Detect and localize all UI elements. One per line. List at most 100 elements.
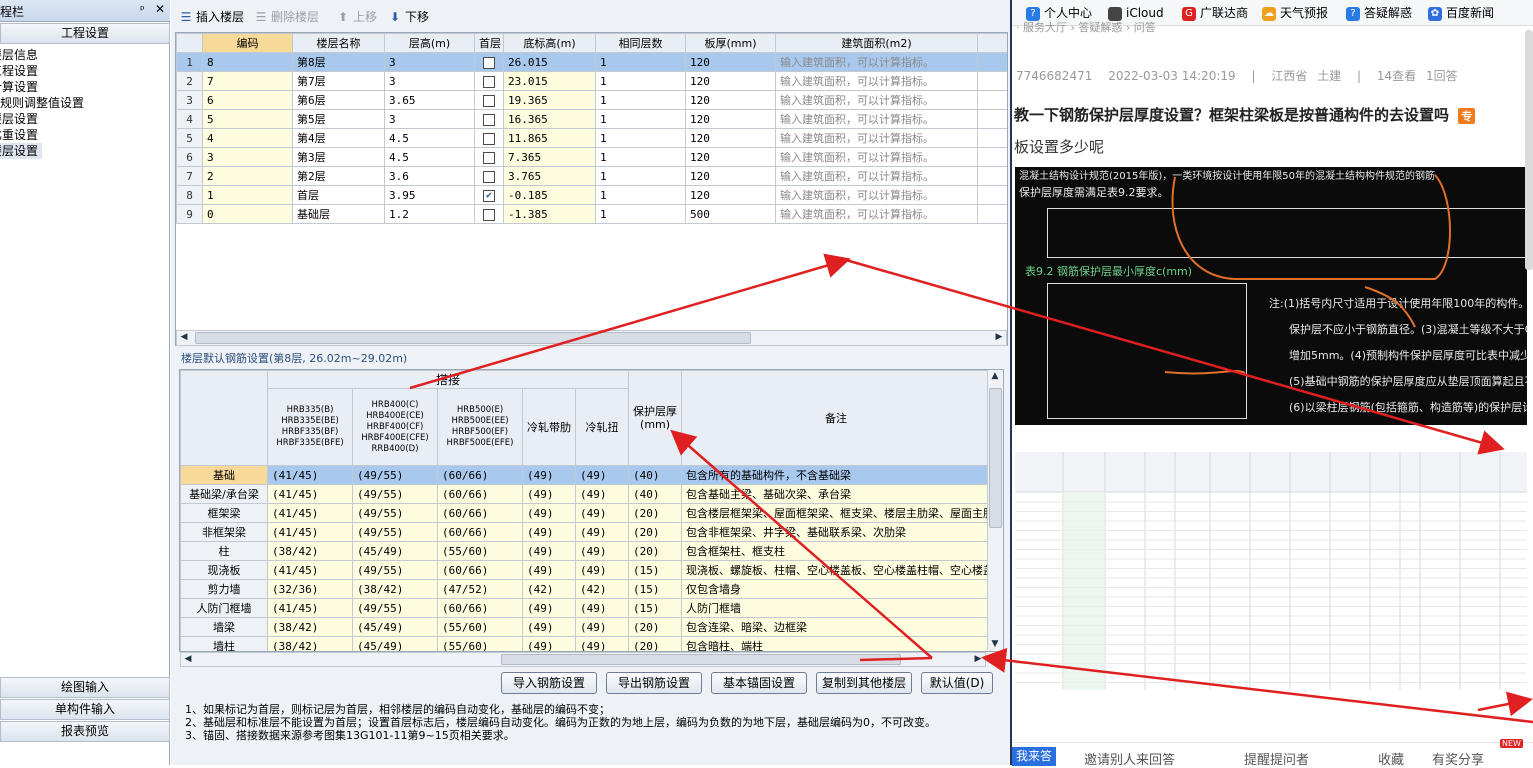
scroll-left-icon[interactable]: ◀ [177,332,191,342]
scroll-down-icon[interactable]: ▼ [988,639,1002,649]
cover-thickness-cell[interactable]: (20) [628,541,683,561]
note-cell[interactable]: 包含连梁、暗梁、边框梁 [681,617,992,637]
lap-hrb335-cell[interactable]: (32/36) [267,579,353,599]
cover-thickness-cell[interactable]: (20) [628,522,683,542]
rebar-row[interactable]: 框架梁 (41/45) (49/55) (60/66) (49) (49) (20) 包含楼层… [180,503,992,523]
lap-cold-twist-cell[interactable]: (49) [574,484,630,504]
breadcrumb[interactable]: · 服务大厅 › 答疑解惑 › 问答 [1016,19,1156,35]
pin-icon[interactable]: ᵖ [140,3,145,16]
floor-name-cell[interactable]: 第8层 [292,52,385,72]
lap-hrb400-cell[interactable]: (38/42) [352,579,438,599]
lap-hrb400-cell[interactable]: (49/55) [352,598,438,618]
floor-row[interactable]: 2 7 第7层 3 23.015 1 120 输入建筑面积，可以计算指标。 [176,71,1007,91]
cover-thickness-cell[interactable]: (20) [628,503,683,523]
sidebar-item-floor-info[interactable]: 楼层信息 [0,47,38,63]
lap-hrb335-cell[interactable]: (41/45) [267,465,353,485]
floor-code-cell[interactable]: 6 [202,90,293,110]
note-cell[interactable]: 包含非框架梁、井字梁、基础联系梁、次肋梁 [681,522,992,542]
note-cell[interactable]: 仅包含墙身 [681,579,992,599]
close-icon[interactable]: ✕ [155,2,165,16]
lap-cold-twist-cell[interactable]: (49) [574,541,630,561]
lap-hrb335-cell[interactable]: (38/42) [267,541,353,561]
building-area-cell[interactable]: 输入建筑面积，可以计算指标。 [775,128,978,148]
section-report-preview[interactable]: 报表预览 [0,721,170,742]
rebar-row[interactable]: 基础梁/承台梁 (41/45) (49/55) (60/66) (49) (49) (40)… [180,484,992,504]
building-area-cell[interactable]: 输入建筑面积，可以计算指标。 [775,185,978,205]
lap-hrb400-cell[interactable]: (49/55) [352,503,438,523]
header-floor-name[interactable]: 楼层名称 [292,33,385,53]
bookmark-baidu[interactable]: ✿ 百度新闻 [1428,4,1494,22]
lap-hrb500-cell[interactable]: (60/66) [437,465,523,485]
bookmark-glodon[interactable]: G 广联达商 [1182,4,1248,22]
same-count-cell[interactable]: 1 [595,204,686,224]
lap-hrb500-cell[interactable]: (55/60) [437,617,523,637]
slab-thickness-cell[interactable]: 120 [685,166,776,186]
delete-floor-button[interactable]: ☰ 删除楼层 [254,6,319,28]
lap-hrb400-cell[interactable]: (45/49) [352,617,438,637]
cover-thickness-cell[interactable]: (20) [628,636,683,651]
sidebar-item-project[interactable]: 工程设置 [0,63,38,79]
export-rebar-button[interactable]: 导出钢筋设置 [606,672,702,694]
note-cell[interactable]: 包含所有的基础构件，不含基础梁 [681,465,992,485]
section-project-settings[interactable]: 工程设置 [0,23,170,44]
lap-hrb335-cell[interactable]: (41/45) [267,560,353,580]
lap-cold-twist-cell[interactable]: (49) [574,560,630,580]
copy-to-floors-button[interactable]: 复制到其他楼层 [816,672,912,694]
lap-hrb400-cell[interactable]: (49/55) [352,465,438,485]
cover-thickness-cell[interactable]: (40) [628,484,683,504]
floor-row[interactable]: 5 4 第4层 4.5 11.865 1 120 输入建筑面积，可以计算指标。 [176,128,1007,148]
checkbox-icon[interactable] [483,151,495,164]
bottom-elev-cell[interactable]: 11.865 [503,128,596,148]
first-floor-checkbox[interactable] [474,128,504,148]
first-floor-checkbox[interactable] [474,90,504,110]
slab-thickness-cell[interactable]: 120 [685,90,776,110]
rebar-vscrollbar[interactable]: ▲ ▼ [987,370,1003,650]
floor-height-cell[interactable]: 4.5 [384,147,475,167]
cover-thickness-cell[interactable]: (40) [628,465,683,485]
lap-cold-rib-cell[interactable]: (49) [522,598,576,618]
floor-row[interactable]: 8 1 首层 3.95 ✔ -0.185 1 120 输入建筑面积，可以计算指标。 [176,185,1007,205]
floor-row[interactable]: 1 8 第8层 3 26.015 1 120 输入建筑面积，可以计算指标。 [176,52,1007,72]
lap-cold-rib-cell[interactable]: (49) [522,541,576,561]
browser-vscroll-thumb[interactable] [1525,30,1533,270]
attached-photo-table[interactable] [1015,452,1527,690]
lap-hrb500-cell[interactable]: (60/66) [437,503,523,523]
floor-row[interactable]: 3 6 第6层 3.65 19.365 1 120 输入建筑面积，可以计算指标。 [176,90,1007,110]
floor-code-cell[interactable]: 7 [202,71,293,91]
note-cell[interactable]: 人防门框墙 [681,598,992,618]
floor-name-cell[interactable]: 第6层 [292,90,385,110]
lap-hrb500-cell[interactable]: (55/60) [437,636,523,651]
lap-hrb400-cell[interactable]: (49/55) [352,484,438,504]
lap-cold-twist-cell[interactable]: (49) [574,598,630,618]
note-cell[interactable]: 现浇板、螺旋板、柱帽、空心楼盖板、空心楼盖柱帽、空心楼盖 [681,560,992,580]
cover-thickness-cell[interactable]: (15) [628,579,683,599]
header-code[interactable]: 编码 [202,33,293,53]
scroll-left-icon[interactable]: ◀ [181,654,195,664]
first-floor-checkbox[interactable] [474,109,504,129]
floor-code-cell[interactable]: 3 [202,147,293,167]
meta-user[interactable]: 7746682471 [1016,69,1092,83]
bottom-elev-cell[interactable]: 3.765 [503,166,596,186]
note-cell[interactable]: 包含基础主梁、基础次梁、承台梁 [681,484,992,504]
checkbox-icon[interactable] [483,56,495,69]
building-area-cell[interactable]: 输入建筑面积，可以计算指标。 [775,166,978,186]
checkbox-icon[interactable] [483,75,495,88]
lap-cold-rib-cell[interactable]: (49) [522,522,576,542]
note-cell[interactable]: 包含框架柱、框支柱 [681,541,992,561]
floor-row[interactable]: 7 2 第2层 3.6 3.765 1 120 输入建筑面积，可以计算指标。 [176,166,1007,186]
lap-cold-rib-cell[interactable]: (49) [522,560,576,580]
lap-cold-rib-cell[interactable]: (42) [522,579,576,599]
building-area-cell[interactable]: 输入建筑面积，可以计算指标。 [775,71,978,91]
floor-name-cell[interactable]: 第2层 [292,166,385,186]
same-count-cell[interactable]: 1 [595,109,686,129]
note-cell[interactable]: 包含暗柱、端柱 [681,636,992,651]
first-floor-checkbox[interactable] [474,166,504,186]
lap-hrb500-cell[interactable]: (47/52) [437,579,523,599]
checkbox-icon[interactable] [483,94,495,107]
favorite-link[interactable]: 收藏 [1378,749,1404,768]
rebar-vscroll-thumb[interactable] [989,388,1002,528]
floor-code-cell[interactable]: 4 [202,128,293,148]
building-area-cell[interactable]: 输入建筑面积，可以计算指标。 [775,90,978,110]
lap-hrb400-cell[interactable]: (45/49) [352,541,438,561]
note-cell[interactable]: 包含楼层框架梁、屋面框架梁、框支梁、楼层主肋梁、屋面主肋梁 [681,503,992,523]
